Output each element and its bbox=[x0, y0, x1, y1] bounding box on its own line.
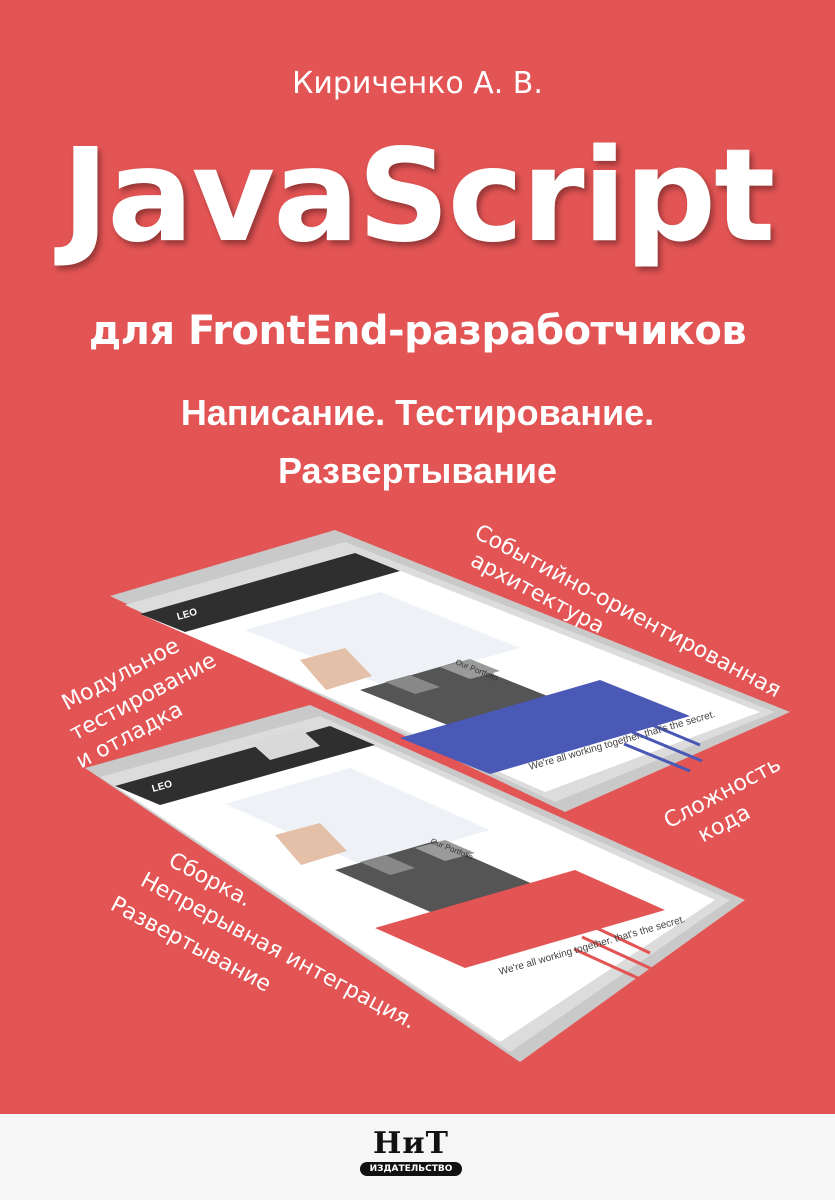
website-mockups-illustration: We're all working together. that's the s… bbox=[85, 530, 790, 1062]
publisher-label: ИЗДАТЕЛЬСТВО bbox=[360, 1162, 462, 1176]
book-cover: Кириченко А. В. JavaScript для FrontEnd-… bbox=[0, 0, 835, 1200]
publisher-logo-mark: НиТ bbox=[373, 1126, 449, 1161]
publisher-logo: НиТ ИЗДАТЕЛЬСТВО bbox=[356, 1124, 466, 1176]
